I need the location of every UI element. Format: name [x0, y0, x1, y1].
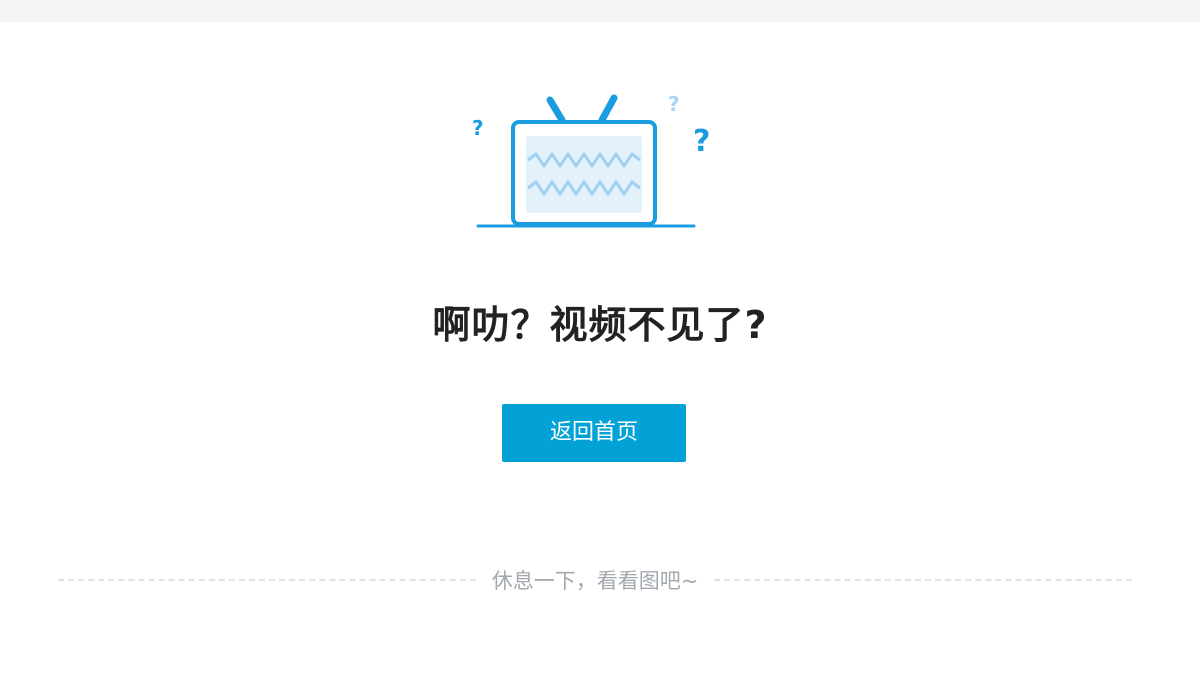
back-to-home-button[interactable]: 返回首页: [502, 404, 686, 462]
question-mark-icon: ?: [472, 116, 484, 140]
divider-dashed-line-right: [714, 579, 1133, 581]
broken-tv-icon: [476, 94, 696, 228]
question-mark-icon: ?: [668, 92, 680, 116]
divider-caption: 休息一下，看看图吧~: [491, 569, 699, 593]
page-title: 啊叻？视频不见了?: [432, 303, 768, 347]
question-mark-icon: ?: [693, 124, 711, 159]
top-bar-strip: [0, 0, 1200, 22]
rest-divider: 休息一下，看看图吧~: [58, 565, 1133, 595]
broken-tv-illustration: ? ? ?: [462, 88, 722, 238]
divider-dashed-line-left: [58, 579, 476, 581]
